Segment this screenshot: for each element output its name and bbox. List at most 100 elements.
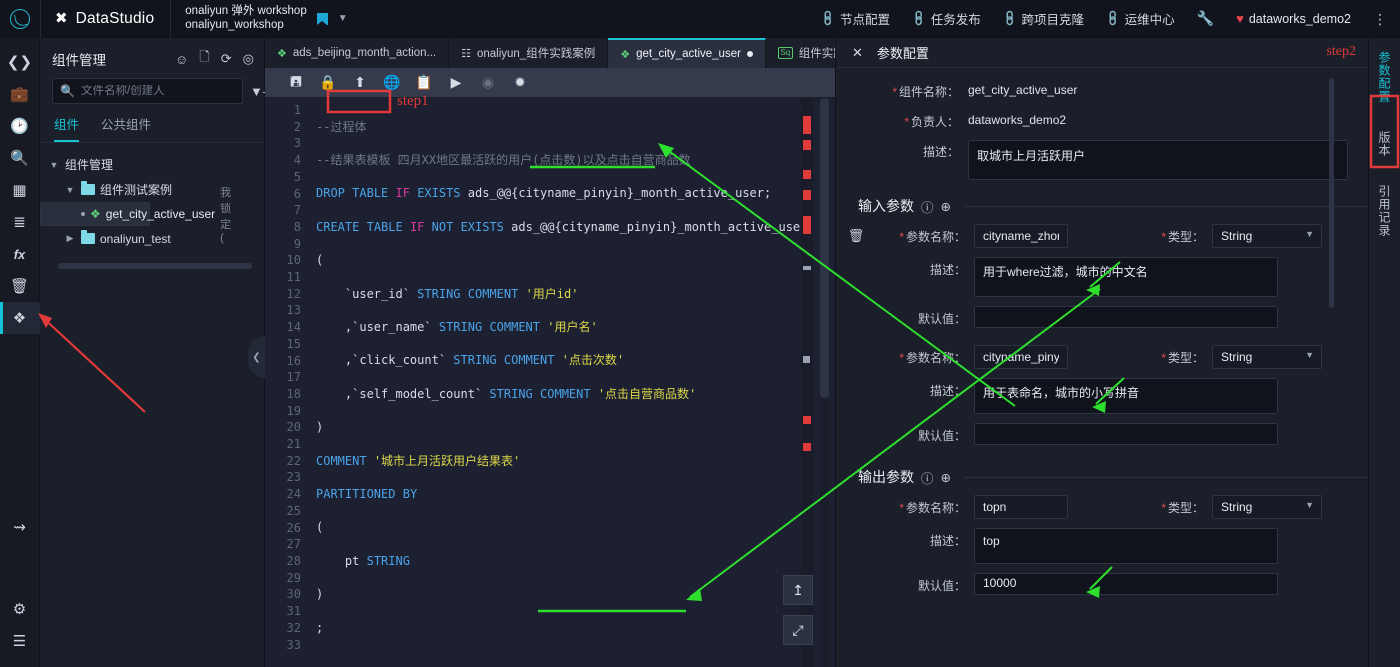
editor-tab-get-city-active-user[interactable]: ❖ get_city_active_user [608,38,766,68]
expand-fullscreen-button[interactable]: ⤢ [783,615,813,645]
code-icon[interactable]: ❮❯ [0,46,40,78]
search-icon[interactable]: 🔍 [0,142,40,174]
chevron-down-icon[interactable]: ▼ [338,13,348,24]
list-settings-icon[interactable]: ≣ [0,206,40,238]
search-icon: 🔍 [60,84,75,98]
tree-node-component-get-city-active-user[interactable]: ❖ get_city_active_user 我锁定 ( [40,187,231,244]
editor-tab-onaliyun-workflow[interactable]: ☷ onaliyun_组件实践案例 [449,38,609,68]
chevron-down-icon[interactable]: ▼ [64,185,76,195]
required-marker: * [1161,350,1166,365]
line-number: 15 [286,336,301,351]
app-logo[interactable] [0,0,40,38]
line-number: 7 [293,203,301,218]
top-menu-item-task-publish[interactable]: 🔗 任务发布 [910,9,981,28]
locate-icon[interactable]: ◎ [243,51,254,67]
field-component-name: * 组件名称： get_city_active_user [856,80,1348,100]
section-divider [964,205,1368,207]
editor-tab-ads-beijing[interactable]: ❖ ads_beijing_month_action... [265,38,450,68]
editor-vertical-scrollbar-thumb[interactable] [820,98,829,398]
sidebar-search-row: 🔍 ▼― [40,78,276,104]
refresh-icon[interactable]: ⟳ [221,51,232,67]
tab-components[interactable]: 组件 [54,114,80,142]
param-desc-textarea[interactable] [974,257,1278,297]
help-circle-icon[interactable]: ⓘ [921,197,934,216]
save-icon[interactable]: 🖪 [281,70,311,96]
line-number: 25 [286,503,301,518]
chevron-right-icon[interactable]: ▶ [64,233,76,244]
stop-icon[interactable]: ◉ [473,70,503,96]
code-content[interactable]: --过程体 --结果表模板 四月XX地区最活跃的用户(点击数)以及点击自营商品数… [311,98,831,667]
selection-marker [803,266,811,270]
lock-icon[interactable]: 🔒 [313,70,343,96]
line-number: 1 [293,103,301,117]
tab-public-components[interactable]: 公共组件 [101,114,151,142]
tree-node-root[interactable]: ▼ 组件管理 [40,152,264,177]
more-vertical-icon[interactable]: ⋮ [1373,12,1388,26]
user-permission-icon[interactable]: ☺ [175,52,188,67]
line-number: 17 [286,370,301,385]
chevron-down-icon[interactable]: ▼ [48,160,60,170]
hamburger-menu-icon[interactable]: ☰ [0,625,40,657]
puzzle-component-icon[interactable]: ❖ [0,302,40,334]
param-type-label: 类型： [1167,350,1204,365]
brand-block[interactable]: ✖ DataStudio [40,0,170,38]
error-marker [803,443,811,451]
plus-circle-icon[interactable]: ⊕ [941,470,951,485]
param-name-input[interactable] [974,495,1068,519]
new-file-icon[interactable]: 🗋 [199,48,209,70]
trash-icon[interactable]: 🗑 [0,270,40,302]
right-tab-reference-records[interactable]: 引用记录 [1376,178,1393,244]
top-menu-item-node-config[interactable]: 🔗 节点配置 [819,9,890,28]
clock-icon[interactable]: 🕑 [0,110,40,142]
line-number: 32 [286,620,301,635]
properties-form-icon[interactable]: 📋 [409,70,439,96]
component-sidebar: 组件管理 ☺ 🗋 ⟳ ◎ 🔍 ▼― 组件 公共组件 ▼ 组件管理 [40,38,276,667]
param-default-input[interactable] [974,306,1278,328]
line-number: 22 [286,453,301,468]
search-box[interactable]: 🔍 [52,78,243,104]
function-fx-icon[interactable]: fx [0,238,40,270]
heart-icon: ♥ [1236,11,1244,26]
brand-name: DataStudio [75,9,155,27]
run-icon[interactable]: ▶ [441,70,471,96]
top-menu-item-cross-project-clone[interactable]: 🔗 跨项目克隆 [1001,9,1084,28]
submit-upload-icon[interactable]: ⬆ [345,70,375,96]
help-circle-icon[interactable]: ⓘ [921,468,934,487]
search-input[interactable] [80,85,235,97]
param-default-input[interactable] [974,423,1278,445]
flow-branch-icon[interactable]: ⇝ [0,511,40,543]
wrench-icon[interactable]: 🔧 [1197,10,1214,27]
section-divider [964,476,1368,478]
horizontal-scrollbar[interactable] [58,263,252,269]
param-desc-textarea[interactable] [974,528,1278,564]
param-type-value: String [1221,229,1253,243]
briefcase-icon[interactable]: 💼 [0,78,40,110]
trash-icon[interactable]: 🗑 [836,228,876,244]
output-param-desc-1: 描述： [836,528,1368,564]
workspace-selector[interactable]: onaliyun 弹外 workshop onaliyun_workshop ▼ [170,0,357,38]
link-icon: 🔗 [819,9,838,28]
close-icon[interactable]: ✕ [852,45,863,61]
plus-circle-icon[interactable]: ⊕ [941,199,951,214]
current-user[interactable]: ♥ dataworks_demo2 [1236,11,1351,26]
param-default-input[interactable] [974,573,1278,595]
param-name-input[interactable] [974,224,1068,248]
scroll-to-top-button[interactable]: ↥ [783,575,813,605]
right-tab-version[interactable]: 版本 [1376,124,1393,164]
required-marker: * [899,350,904,365]
table-icon[interactable]: ▦ [0,174,40,206]
input-params-section-header: 输入参数 ⓘ ⊕ [836,196,1368,216]
settings-gear-icon[interactable]: ⚙ [0,593,40,625]
param-name-input[interactable] [974,345,1068,369]
right-tab-parameter-config[interactable]: 参数配置 [1376,44,1393,110]
globe-icon[interactable]: 🌐 [377,70,407,96]
input-param-default-1: 默认值： [836,306,1368,328]
format-tools-icon[interactable]: ✹ [505,70,535,96]
description-textarea[interactable] [968,140,1348,180]
line-number: 20 [286,420,301,435]
param-desc-textarea[interactable] [974,378,1278,414]
top-menu-item-ops-center[interactable]: 🔗 运维中心 [1104,9,1175,28]
line-number: 3 [293,136,301,151]
panel-scrollbar-thumb[interactable] [1329,78,1334,308]
sql-code-editor[interactable]: 1 2 3 4 5 6 7 8 9 10 11 12 13 14 15 16 17 18 19 20 21 22 23 24 2… [265,98,835,667]
